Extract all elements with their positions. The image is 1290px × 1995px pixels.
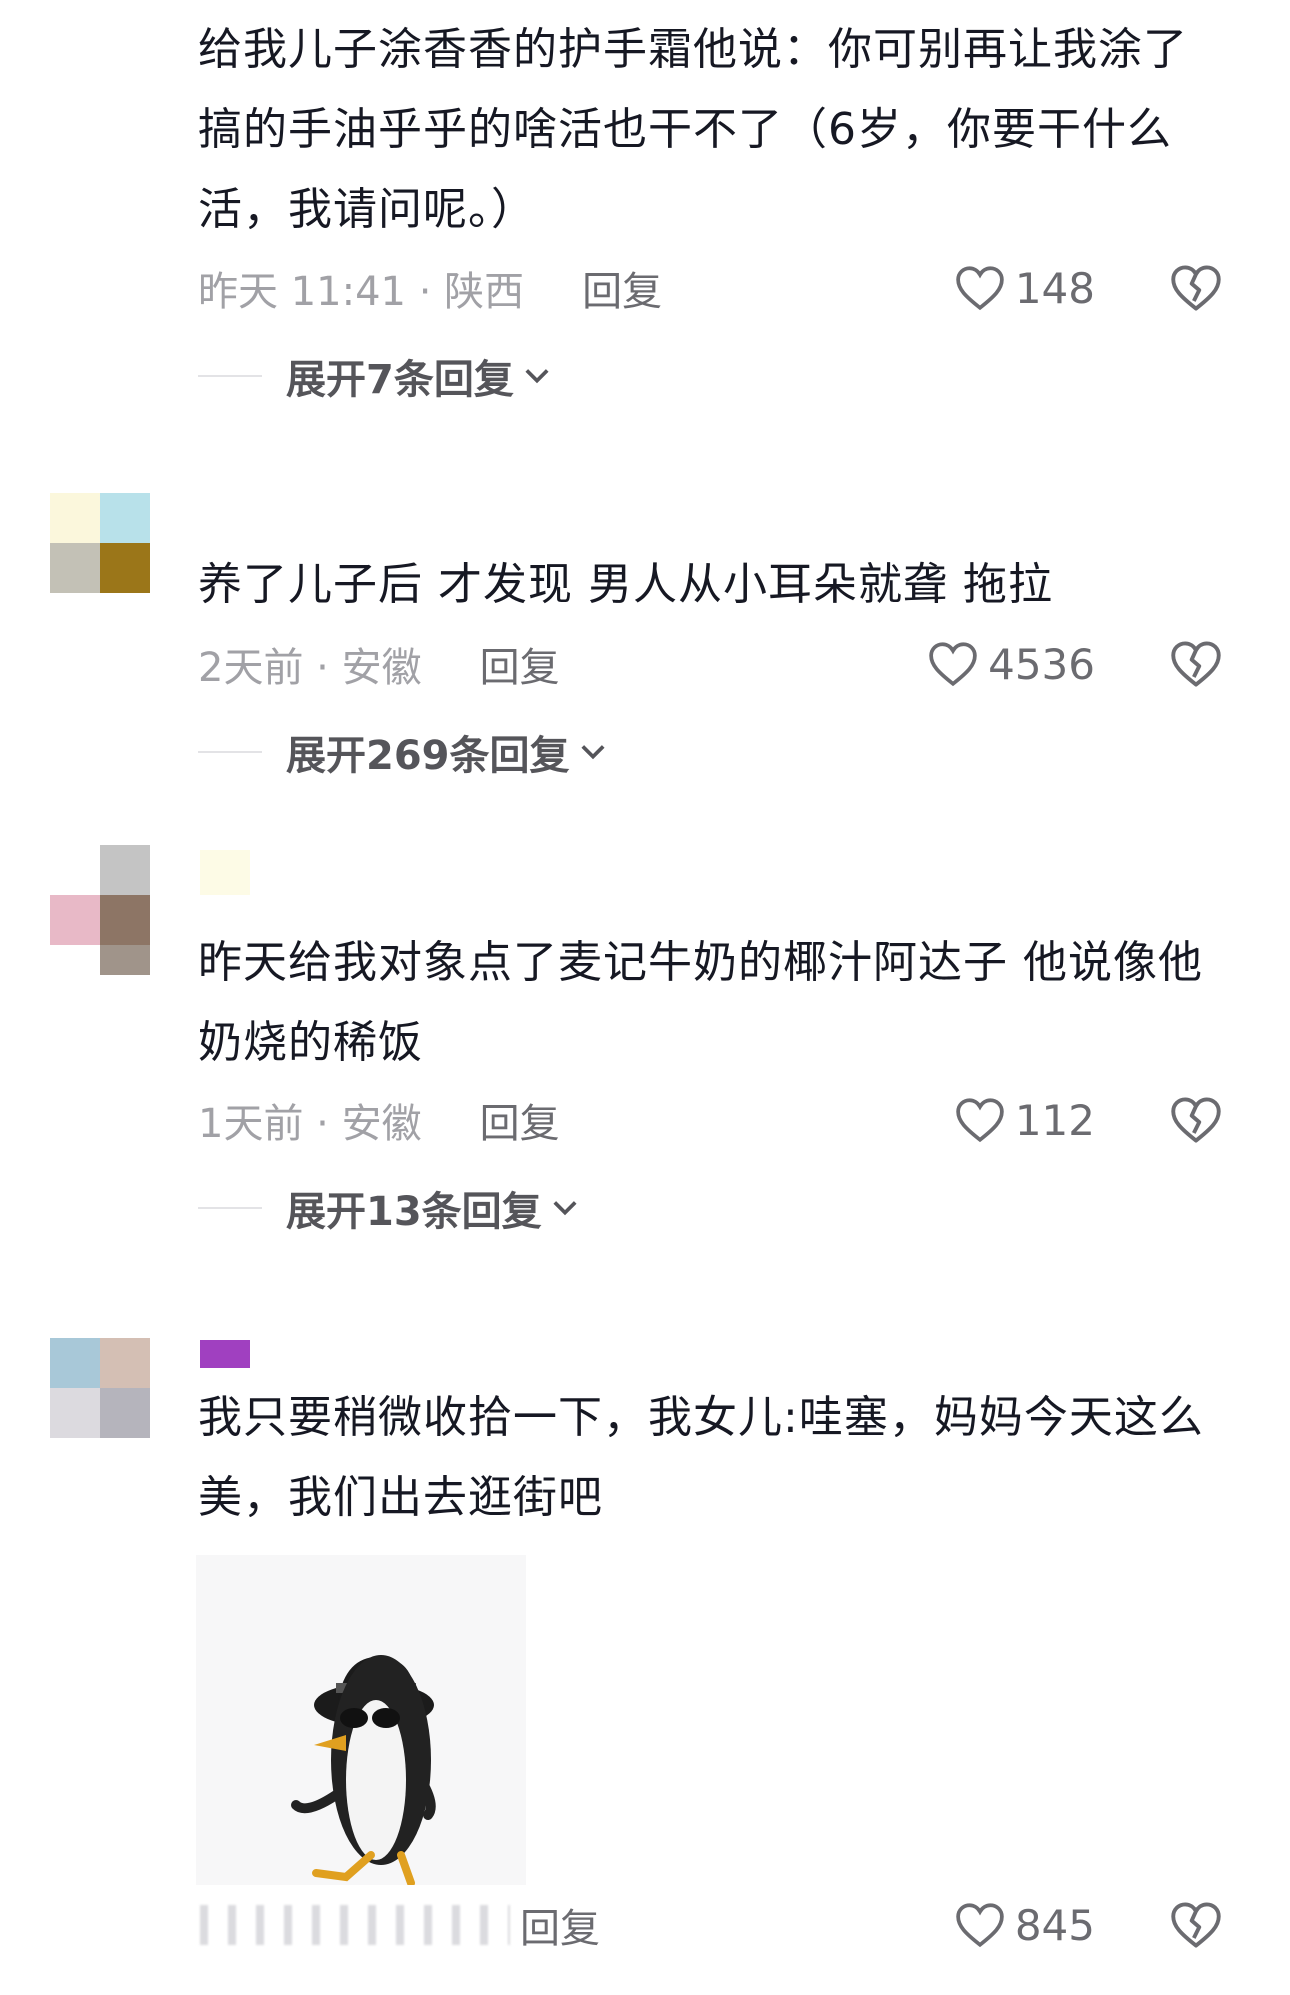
divider [198,375,262,377]
reply-button[interactable]: 回复 [520,1896,600,1954]
expand-replies-button[interactable]: 展开269条回复 [198,722,606,782]
reply-button[interactable]: 回复 [582,259,662,317]
avatar[interactable] [50,493,150,593]
avatar[interactable] [50,1338,150,1438]
time-location: 1天前 · 安徽 [198,1101,422,1147]
comment-meta: 昨天 11:41 · 陕西 回复 [198,258,662,318]
like-button[interactable]: 4536 [928,634,1095,694]
heart-outline-icon [956,1903,1004,1948]
penguin-sticker-image[interactable] [196,1555,526,1887]
heart-outline-icon [929,642,977,687]
blurred-meta [200,1905,510,1945]
avatar[interactable] [50,0,150,50]
heart-outline-icon [956,1098,1004,1143]
expand-label: 展开13条回复 [286,1189,542,1235]
like-count: 845 [1014,1900,1095,1950]
comment-meta: 回复 [520,1895,600,1955]
divider [198,751,262,753]
like-button[interactable]: 148 [955,258,1095,318]
broken-heart-icon[interactable] [1170,1094,1222,1146]
nickname[interactable] [200,1340,250,1368]
comment-meta: 1天前 · 安徽 回复 [198,1090,560,1150]
like-count: 148 [1014,263,1095,313]
comment-meta: 2天前 · 安徽 回复 [198,634,560,694]
reply-button[interactable]: 回复 [480,1091,560,1149]
expand-label: 展开269条回复 [286,733,570,779]
comment-text: 昨天给我对象点了麦记牛奶的椰汁阿达子 他说像他奶烧的稀饭 [198,937,1203,1068]
comment-text: 养了儿子后 才发现 男人从小耳朵就聋 拖拉 [198,559,1053,610]
broken-heart-icon[interactable] [1170,262,1222,314]
broken-heart-icon[interactable] [1170,638,1222,690]
expand-replies-button[interactable]: 展开7条回复 [198,346,550,406]
chevron-down-icon [525,369,549,384]
penguin-sticker-icon [291,1655,436,1887]
avatar[interactable] [50,845,150,975]
time-location: 昨天 11:41 · 陕西 [198,269,525,315]
like-count: 112 [1014,1095,1095,1145]
heart-outline-icon [956,266,1004,311]
expand-replies-button[interactable]: 展开13条回复 [198,1178,578,1238]
like-button[interactable]: 112 [955,1090,1095,1150]
comment-text: 给我儿子涂香香的护手霜他说：你可别再让我涂了搞的手油乎乎的啥活也干不了（6岁，你… [198,24,1188,235]
chevron-down-icon [553,1201,577,1216]
chevron-down-icon [580,745,605,760]
comment-text: 我只要稍微收拾一下，我女儿:哇塞，妈妈今天这么美，我们出去逛街吧 [198,1392,1204,1523]
like-button[interactable]: 845 [955,1895,1095,1955]
nickname[interactable] [200,850,250,895]
divider [198,1207,262,1209]
reply-button[interactable]: 回复 [480,635,560,693]
time-location: 2天前 · 安徽 [198,645,422,691]
like-count: 4536 [988,639,1095,689]
expand-label: 展开7条回复 [286,357,514,403]
broken-heart-icon[interactable] [1170,1899,1222,1951]
